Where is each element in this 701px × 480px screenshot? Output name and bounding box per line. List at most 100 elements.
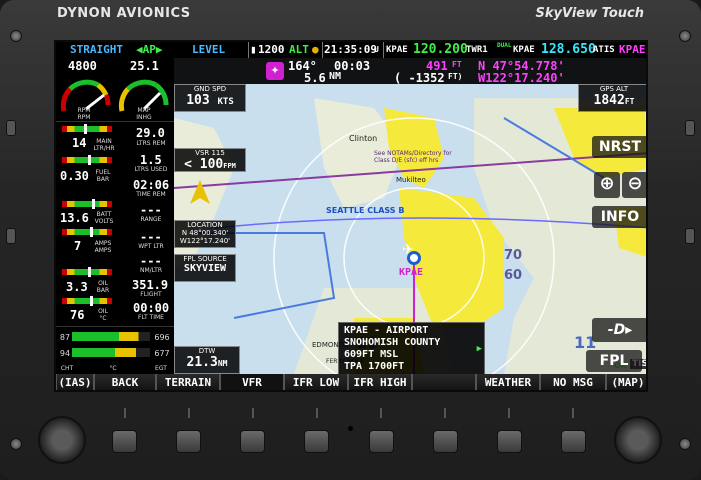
fpl-button[interactable]: FPL <box>586 350 642 372</box>
softkey-button-5[interactable] <box>369 430 394 453</box>
airport-id-label: KPAE <box>399 267 424 278</box>
gps-alt-value: 1842 <box>593 93 625 108</box>
softkey-button-7[interactable] <box>497 430 522 453</box>
com2-frequency[interactable]: 128.650 <box>541 42 596 57</box>
screw-icon <box>10 30 22 42</box>
side-button[interactable] <box>6 120 16 136</box>
left-knob[interactable] <box>38 416 86 464</box>
softkey-ifr-low[interactable]: IFR LOW <box>284 374 348 390</box>
dtw-value: 21.3 <box>186 355 218 370</box>
ground-speed-box: GND SPD 103 KTS <box>174 84 246 112</box>
batt-volts-value: 13.6 <box>60 211 89 225</box>
nrst-button[interactable]: NRST <box>592 136 646 158</box>
ap-mode-right[interactable]: LEVEL <box>192 43 225 56</box>
oil-press-value: 3.3 <box>66 280 88 294</box>
side-button[interactable] <box>685 228 695 244</box>
top-status-bar: STRAIGHT ◀AP▶ LEVEL ▮ 1200 ALT ● 21:35:0… <box>56 42 646 58</box>
dtw-unit: NM <box>217 359 228 368</box>
dual-label: DUAL <box>497 42 512 49</box>
cht-low-value: 94 <box>59 349 71 358</box>
cht-label: CHT <box>60 365 74 372</box>
softkey-weather[interactable]: WEATHER <box>476 374 540 390</box>
softkey-button-4[interactable] <box>304 430 329 453</box>
ap-mode-left[interactable]: STRAIGHT <box>70 43 123 56</box>
screw-icon <box>679 30 691 42</box>
softkey-no-msg[interactable]: NO MSG <box>540 374 606 390</box>
map-town-clinton: Clinton <box>349 134 378 143</box>
model-name: SkyView Touch <box>535 6 644 21</box>
softkey-button-2[interactable] <box>176 430 201 453</box>
softkey-bar: (IAS) BACK TERRAIN VFR IFR LOW IFR HIGH … <box>56 374 646 390</box>
vsr-box: VSR 115 < 100FPM <box>174 148 246 172</box>
zoom-out-button[interactable]: ⊖ <box>622 172 646 198</box>
brand-logo: DYNON AVIONICS <box>57 6 191 21</box>
softkey-back[interactable]: BACK <box>94 374 156 390</box>
zoom-out-icon: ⊖ <box>627 173 643 194</box>
vsr-label: VSR 115 <box>195 149 225 157</box>
clock[interactable]: 21:35:09 <box>324 43 377 56</box>
oil-temp-label: OIL °C <box>98 308 108 322</box>
direct-to-button[interactable]: -D▸ <box>592 318 646 342</box>
com2-id[interactable]: KPAE <box>513 45 535 55</box>
com1-frequency[interactable]: 120.200 <box>413 42 468 57</box>
softkey-ifr-high[interactable]: IFR HIGH <box>348 374 412 390</box>
softkey-ias[interactable]: (IAS) <box>56 374 94 390</box>
longitude: W122°17.240' <box>478 71 565 85</box>
gps-alt-box: GPS ALT 1842FT <box>578 84 646 112</box>
fpl-source-box[interactable]: FPL SOURCE SKYVIEW <box>174 254 236 282</box>
zoom-in-button[interactable]: ⊕ <box>594 172 620 198</box>
class-b-label: SEATTLE CLASS B <box>326 206 405 215</box>
com1-service: TWR1 <box>466 45 488 55</box>
zoom-in-icon: ⊕ <box>599 173 615 194</box>
ground-speed-value: 103 <box>186 93 210 108</box>
alt-bug-label: ALT <box>289 43 309 56</box>
rpm-label: RPM RPM <box>77 107 91 121</box>
vsr-arrow-icon <box>190 180 210 204</box>
popup-line-4: TPA 1700FT <box>344 361 405 372</box>
softkey-map[interactable]: (MAP) <box>606 374 646 390</box>
side-button[interactable] <box>6 228 16 244</box>
range-value: --- <box>140 203 162 217</box>
airport-info-popup[interactable]: KPAE - AIRPORT SNOHOMISH COUNTY 609FT MS… <box>338 322 485 375</box>
destination-id[interactable]: KPAE <box>619 43 646 56</box>
softkey-blank[interactable] <box>412 374 476 390</box>
light-sensor-icon <box>348 426 353 431</box>
main-flow-tape <box>62 124 112 134</box>
softkey-vfr[interactable]: VFR <box>220 374 284 390</box>
softkey-button-8[interactable] <box>561 430 586 453</box>
clock-unit: U <box>374 45 379 54</box>
alt-bug-value[interactable]: 1200 <box>258 43 285 56</box>
dtw-label: DTW <box>198 347 216 355</box>
egt-label: EGT <box>155 365 167 372</box>
wpt-ltr-label: WPT LTR <box>138 243 164 250</box>
map-town-mukilteo: Mukilteo <box>396 176 426 184</box>
fpl-source-label: FPL SOURCE <box>183 255 227 263</box>
main-flow-label: MAIN LTR/HR <box>93 138 115 152</box>
popup-line-1: KPAE - AIRPORT <box>344 325 429 336</box>
softkey-terrain[interactable]: TERRAIN <box>156 374 220 390</box>
deg-label: °C <box>109 365 117 372</box>
vs-needed-unit: FT) <box>448 72 463 81</box>
softkey-button-6[interactable] <box>433 430 458 453</box>
main-flow-value: 14 <box>72 136 87 150</box>
ap-indicator[interactable]: ◀AP▶ <box>136 43 163 56</box>
range-label: RANGE <box>140 216 162 223</box>
popup-line-2: SNOHOMISH COUNTY <box>344 337 441 348</box>
time-rem-label: TIME REM <box>136 191 166 198</box>
engine-panel: 4800 RPM RPM 25.1 MAP INHG 14 MAIN LTR/H… <box>56 58 174 374</box>
batt-volts-label: BATT VOLTS <box>94 211 114 225</box>
flt-time-label: FLT TIME <box>138 314 164 321</box>
nav-info-bar: ✦ 164° 00:03 5.6 NM 491 FT ( -1352 FT) N… <box>174 58 646 85</box>
flight-value: 351.9 <box>132 278 169 292</box>
softkey-button-1[interactable] <box>112 430 137 453</box>
alt-bug-icon: ▮ <box>250 43 257 56</box>
softkey-button-3[interactable] <box>240 430 265 453</box>
right-knob[interactable] <box>614 416 662 464</box>
ltrs-rem-value: 29.0 <box>136 126 165 140</box>
fuel-press-value: 0.30 <box>60 169 89 183</box>
side-button[interactable] <box>685 120 695 136</box>
amps-value: 7 <box>74 239 82 253</box>
com1-id[interactable]: KPAE <box>386 45 408 55</box>
egt-low-value: 677 <box>154 349 170 358</box>
info-button[interactable]: INFO <box>592 206 646 228</box>
